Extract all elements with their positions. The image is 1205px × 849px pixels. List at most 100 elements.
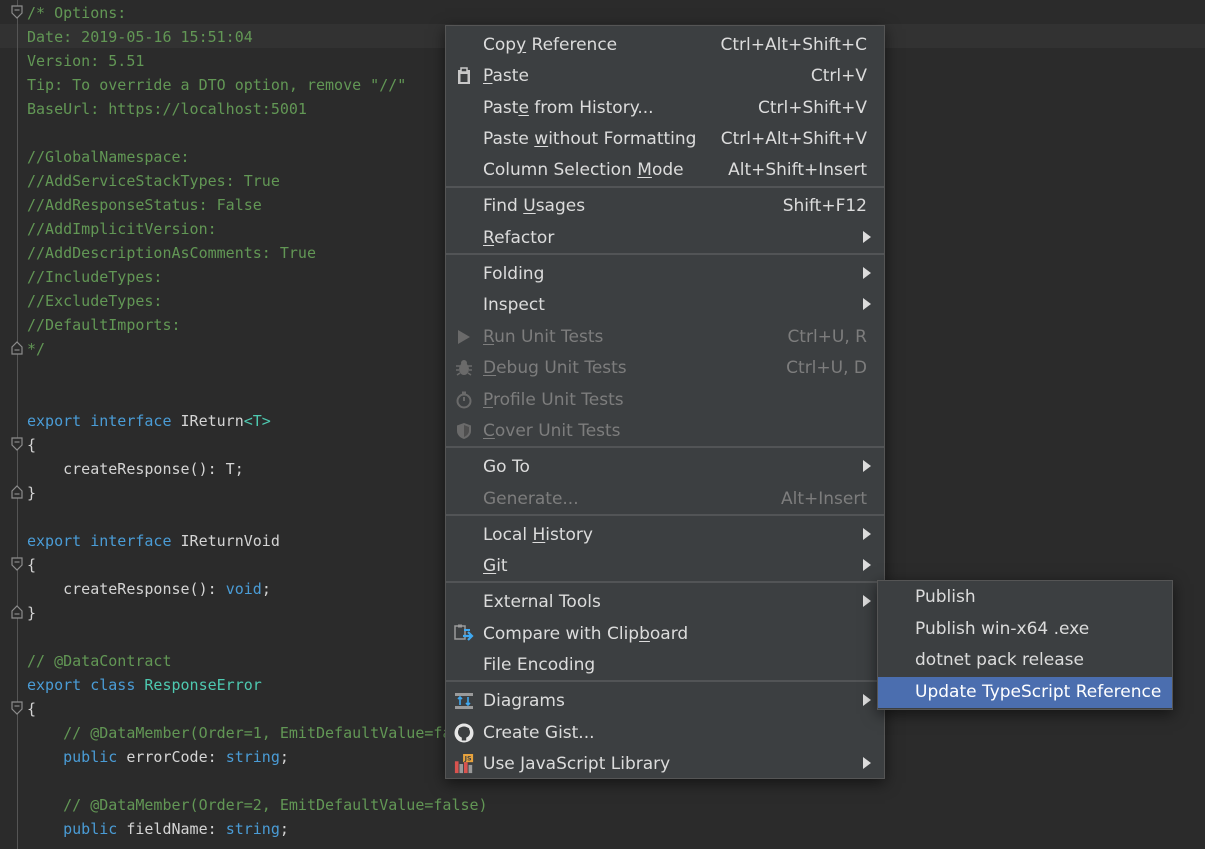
submenu-item-update-typescript-reference[interactable]: Update TypeScript Reference <box>878 677 1172 708</box>
menu-item-label: Go To <box>483 457 530 477</box>
label-text: Inspect <box>483 294 545 315</box>
menu-item-local-history[interactable]: Local History <box>446 519 884 550</box>
label-text: efactor <box>494 227 555 248</box>
code-line[interactable]: */ <box>27 337 45 361</box>
code-line[interactable]: Tip: To override a DTO option, remove "/… <box>27 73 406 97</box>
label-text: External Tools <box>483 591 601 612</box>
code-line[interactable]: //ExcludeTypes: <box>27 289 162 313</box>
submenu-item-label: Publish <box>915 587 976 607</box>
menu-item-label: Diagrams <box>483 691 565 711</box>
stopwatch-icon <box>454 390 474 410</box>
code-line[interactable]: //IncludeTypes: <box>27 265 162 289</box>
menu-item-external-tools[interactable]: External Tools <box>446 586 884 617</box>
editor-context-menu: Copy Reference Ctrl+Alt+Shift+C Paste Ctrl+… <box>445 25 885 779</box>
menu-item-profile-unit-tests[interactable]: Profile Unit Tests <box>446 384 884 415</box>
code-token: Version: 5.51 <box>27 52 145 70</box>
menu-item-paste-from-history[interactable]: Paste from History... Ctrl+Shift+V <box>446 92 884 123</box>
code-line[interactable]: Date: 2019-05-16 15:51:04 <box>27 25 253 49</box>
menu-item-label: File Encoding <box>483 655 595 675</box>
menu-item-refactor[interactable]: Refactor <box>446 222 884 253</box>
code-token: public <box>27 820 127 838</box>
code-line[interactable]: export class ResponseError <box>27 673 262 697</box>
code-line[interactable]: public fieldName: string; <box>27 817 289 841</box>
code-line[interactable]: { <box>27 553 36 577</box>
fold-end-icon[interactable] <box>11 485 23 499</box>
menu-separator <box>446 253 884 255</box>
code-token: /* Options: <box>27 4 127 22</box>
code-line[interactable]: { <box>27 433 36 457</box>
submenu-item-dotnet-pack-release[interactable]: dotnet pack release <box>878 645 1172 676</box>
code-line[interactable]: { <box>27 697 36 721</box>
code-line[interactable]: //AddDescriptionAsComments: True <box>27 241 316 265</box>
mnemonic-letter: R <box>483 227 495 248</box>
label-text: Go To <box>483 456 530 477</box>
code-line[interactable]: //AddResponseStatus: False <box>27 193 262 217</box>
label-text: from History... <box>528 97 654 118</box>
code-line[interactable]: /* Options: <box>27 1 126 25</box>
menu-item-create-gist[interactable]: Create Gist... <box>446 717 884 748</box>
label-text: Local <box>483 524 533 545</box>
code-line[interactable]: export interface IReturn<T> <box>27 409 271 433</box>
code-line[interactable]: createResponse(): void; <box>27 577 271 601</box>
fold-end-icon[interactable] <box>11 605 23 619</box>
submenu-item-publish-win-x64-exe[interactable]: Publish win-x64 .exe <box>878 614 1172 645</box>
label-text: ebug Unit Tests <box>496 357 627 378</box>
menu-item-column-selection-mode[interactable]: Column Selection Mode Alt+Shift+Insert <box>446 154 884 185</box>
mnemonic-letter: M <box>637 159 652 180</box>
code-token: { <box>27 700 37 718</box>
code-line[interactable]: //AddServiceStackTypes: True <box>27 169 280 193</box>
code-token: { <box>27 556 37 574</box>
menu-item-paste-without-formatting[interactable]: Paste without Formatting Ctrl+Alt+Shift+V <box>446 123 884 154</box>
menu-item-compare-with-clipboard[interactable]: Compare with Clipboard <box>446 618 884 649</box>
code-token: : <box>207 820 226 838</box>
fold-collapse-icon[interactable] <box>11 437 23 451</box>
code-line[interactable]: public errorCode: string; <box>27 745 289 769</box>
code-line[interactable]: } <box>27 601 36 625</box>
menu-item-file-encoding[interactable]: File Encoding <box>446 649 884 680</box>
menu-item-find-usages[interactable]: Find Usages Shift+F12 <box>446 190 884 221</box>
menu-item-label: Git <box>483 556 508 576</box>
code-token: createResponse(): T; <box>27 460 244 478</box>
menu-item-use-javascript-library[interactable]: JS Use JavaScript Library <box>446 748 884 779</box>
menu-item-debug-unit-tests[interactable]: Debug Unit Tests Ctrl+U, D <box>446 352 884 383</box>
code-token: ; <box>261 580 271 598</box>
menu-item-generate[interactable]: Generate... Alt+Insert <box>446 483 884 514</box>
code-token: Tip: To override a DTO option, remove "/… <box>27 76 407 94</box>
code-line[interactable]: } <box>27 481 36 505</box>
fold-end-icon[interactable] <box>11 341 23 355</box>
menu-item-label: Find Usages <box>483 196 585 216</box>
menu-item-cover-unit-tests[interactable]: Cover Unit Tests <box>446 415 884 446</box>
menu-item-inspect[interactable]: Inspect <box>446 289 884 320</box>
menu-item-go-to[interactable]: Go To <box>446 451 884 482</box>
label-text: over Unit Tests <box>494 420 621 441</box>
menu-item-folding[interactable]: Folding <box>446 258 884 289</box>
menu-item-label: Inspect <box>483 295 545 315</box>
menu-item-run-unit-tests[interactable]: Run Unit Tests Ctrl+U, R <box>446 321 884 352</box>
menu-item-label: Debug Unit Tests <box>483 358 627 378</box>
code-line[interactable]: Version: 5.51 <box>27 49 144 73</box>
menu-item-diagrams[interactable]: Diagrams <box>446 685 884 716</box>
code-token: // @DataMember(Order=2, EmitDefaultValue… <box>27 796 488 814</box>
fold-collapse-icon[interactable] <box>11 5 23 19</box>
menu-item-git[interactable]: Git <box>446 550 884 581</box>
shortcut-label: Alt+Insert <box>780 488 867 509</box>
code-line[interactable]: export interface IReturnVoid <box>27 529 280 553</box>
fold-collapse-icon[interactable] <box>11 557 23 571</box>
submenu-item-publish[interactable]: Publish <box>878 582 1172 613</box>
menu-item-paste[interactable]: Paste Ctrl+V <box>446 60 884 91</box>
code-line[interactable]: //AddImplicitVersion: <box>27 217 217 241</box>
code-line[interactable]: // @DataMember(Order=2, EmitDefaultValue… <box>27 793 488 817</box>
code-line[interactable]: // @DataMember(Order=1, EmitDefaultValue… <box>27 721 487 745</box>
submenu-arrow-icon <box>863 231 871 243</box>
menu-item-label: Local History <box>483 525 593 545</box>
code-line[interactable]: BaseUrl: https://localhost:5001 <box>27 97 307 121</box>
code-line[interactable]: //DefaultImports: <box>27 313 181 337</box>
shield-icon <box>454 421 474 441</box>
code-line[interactable]: createResponse(): T; <box>27 457 244 481</box>
code-line[interactable]: //GlobalNamespace: <box>27 145 190 169</box>
menu-item-label: Paste from History... <box>483 98 654 118</box>
code-line[interactable]: // @DataContract <box>27 649 172 673</box>
fold-collapse-icon[interactable] <box>11 701 23 715</box>
menu-item-copy-reference[interactable]: Copy Reference Ctrl+Alt+Shift+C <box>446 29 884 60</box>
label-text: un Unit Tests <box>494 326 604 347</box>
